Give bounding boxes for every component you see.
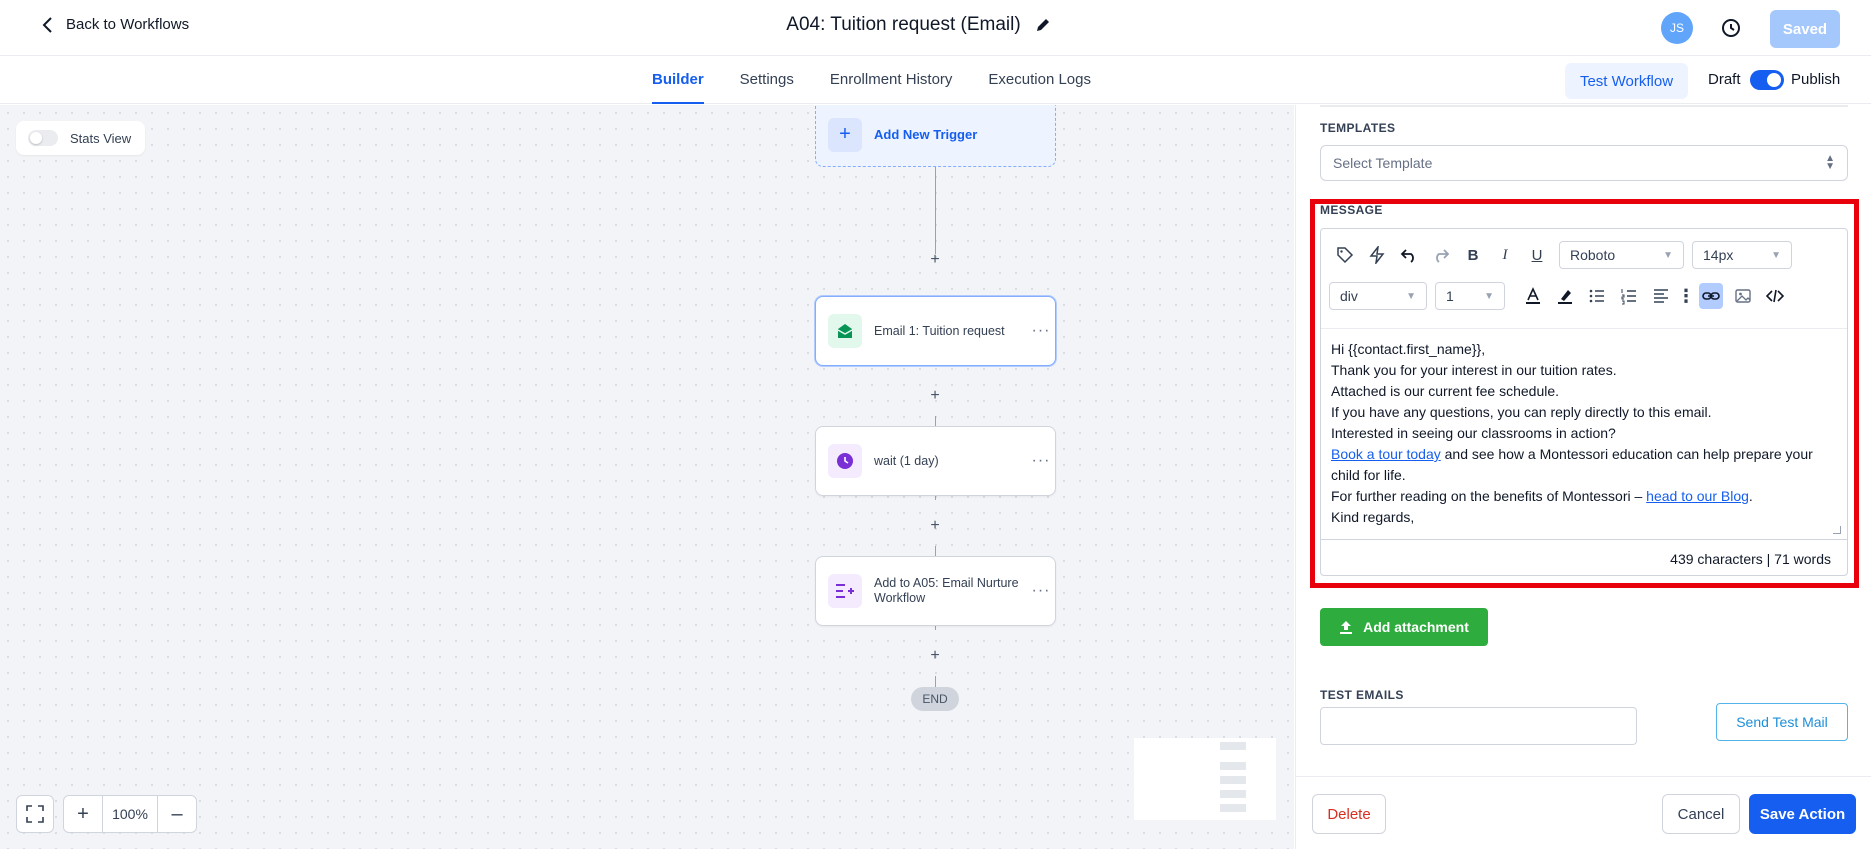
more-options-icon[interactable]: ··· xyxy=(1027,582,1055,600)
minimap-node xyxy=(1220,762,1246,770)
workflow-canvas[interactable]: Stats View + Add New Trigger + Email 1: … xyxy=(0,105,1294,849)
minimap-node xyxy=(1220,804,1246,812)
upload-icon xyxy=(1340,621,1353,634)
avatar[interactable]: JS xyxy=(1661,12,1693,44)
tab-execution-logs[interactable]: Execution Logs xyxy=(988,56,1091,104)
more-options-icon[interactable]: ··· xyxy=(1027,322,1055,340)
back-to-workflows-link[interactable]: Back to Workflows xyxy=(40,16,189,33)
tab-list: Builder Settings Enrollment History Exec… xyxy=(0,56,1807,104)
zoom-controls: + 100% – xyxy=(63,795,197,833)
test-emails-input[interactable] xyxy=(1320,707,1637,745)
template-select[interactable]: Select Template ▲ ▼ xyxy=(1320,145,1848,181)
clock-icon xyxy=(828,444,862,478)
cancel-button[interactable]: Cancel xyxy=(1662,794,1740,834)
message-highlight-box xyxy=(1310,199,1859,588)
test-emails-label: TEST EMAILS xyxy=(1320,688,1404,702)
minimap[interactable] xyxy=(1134,738,1276,820)
publish-label: Publish xyxy=(1791,71,1841,88)
divider xyxy=(1320,105,1848,107)
tab-settings[interactable]: Settings xyxy=(740,56,794,104)
minimap-node xyxy=(1220,790,1246,798)
node-label: Email 1: Tuition request xyxy=(874,323,1005,338)
workflow-node-add-to-workflow[interactable]: Add to A05: Email Nurture Workflow ··· xyxy=(815,556,1056,626)
add-step-plus-icon[interactable]: + xyxy=(927,648,943,664)
tab-enrollment-history[interactable]: Enrollment History xyxy=(830,56,953,104)
chevron-left-icon xyxy=(42,16,52,33)
expand-icon xyxy=(26,805,44,823)
add-new-trigger-label: Add New Trigger xyxy=(874,127,978,142)
node-label: wait (1 day) xyxy=(874,453,939,468)
draft-label: Draft xyxy=(1708,71,1741,88)
select-arrows-icon: ▲ ▼ xyxy=(1825,153,1835,172)
tabs-row: Builder Settings Enrollment History Exec… xyxy=(0,56,1871,104)
zoom-in-button[interactable]: + xyxy=(64,796,102,832)
panel-footer: Delete Cancel Save Action xyxy=(1296,776,1871,849)
saved-button[interactable]: Saved xyxy=(1770,10,1840,48)
back-label: Back to Workflows xyxy=(66,16,190,33)
templates-label: TEMPLATES xyxy=(1320,121,1396,135)
minimap-node xyxy=(1220,776,1246,784)
node-label: Add to A05: Email Nurture Workflow xyxy=(874,576,1019,605)
test-workflow-button[interactable]: Test Workflow xyxy=(1565,63,1688,99)
stats-view-label: Stats View xyxy=(70,130,132,146)
zoom-level: 100% xyxy=(102,796,158,832)
edit-pencil-icon[interactable] xyxy=(1035,17,1051,33)
template-select-placeholder: Select Template xyxy=(1333,155,1433,171)
send-test-mail-button[interactable]: Send Test Mail xyxy=(1716,703,1848,741)
workflow-node-email[interactable]: Email 1: Tuition request ··· xyxy=(815,296,1056,366)
end-node: END xyxy=(911,687,959,711)
add-attachment-button[interactable]: Add attachment xyxy=(1320,608,1488,646)
delete-button[interactable]: Delete xyxy=(1312,794,1386,834)
add-attachment-label: Add attachment xyxy=(1363,619,1469,635)
stats-view-toggle[interactable]: Stats View xyxy=(16,121,146,155)
publish-toggle[interactable] xyxy=(1750,70,1784,90)
plus-icon: + xyxy=(828,117,862,152)
add-step-plus-icon[interactable]: + xyxy=(927,518,943,534)
workflow-title: A04: Tuition request (Email) xyxy=(786,14,1021,35)
add-new-trigger-node[interactable]: + Add New Trigger xyxy=(815,105,1056,167)
workflow-node-wait[interactable]: wait (1 day) ··· xyxy=(815,426,1056,496)
save-action-button[interactable]: Save Action xyxy=(1749,794,1856,834)
minimap-node xyxy=(1220,742,1246,750)
email-open-icon xyxy=(828,314,862,348)
list-add-icon xyxy=(828,574,862,608)
zoom-out-button[interactable]: – xyxy=(158,796,196,832)
fit-view-button[interactable] xyxy=(16,795,54,833)
history-clock-icon[interactable] xyxy=(1719,16,1743,40)
top-bar: Back to Workflows A04: Tuition request (… xyxy=(0,0,1871,56)
stats-toggle-switch[interactable] xyxy=(28,130,58,146)
connector-line xyxy=(935,167,936,254)
tab-builder[interactable]: Builder xyxy=(651,56,704,104)
add-step-plus-icon[interactable]: + xyxy=(927,252,943,268)
add-step-plus-icon[interactable]: + xyxy=(927,388,943,404)
more-options-icon[interactable]: ··· xyxy=(1027,452,1055,470)
connector-line xyxy=(935,676,936,687)
